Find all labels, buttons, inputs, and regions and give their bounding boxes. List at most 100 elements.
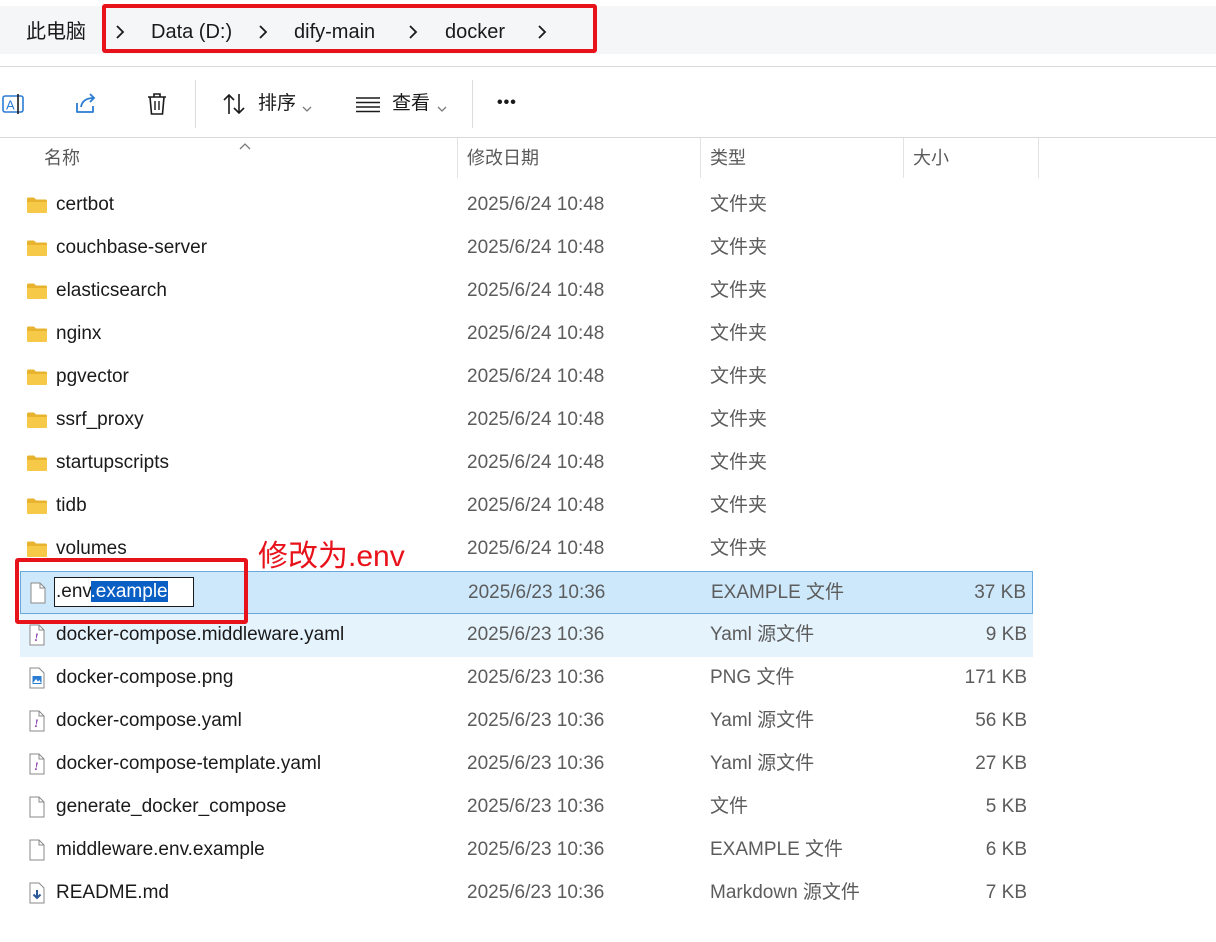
file-size: 7 KB [985, 882, 1027, 903]
file-modified-date: 2025/6/23 10:36 [467, 710, 605, 731]
breadcrumb-current[interactable]: docker [445, 19, 505, 45]
file-name: pgvector [56, 366, 129, 387]
file-size: 6 KB [985, 839, 1027, 860]
file-name: nginx [56, 323, 102, 344]
svg-text:!: ! [34, 759, 39, 773]
file-row[interactable]: ssrf_proxy 2025/6/24 10:48 文件夹 [20, 399, 1033, 442]
view-button[interactable]: 查看 [392, 91, 430, 117]
divider [0, 137, 1216, 138]
folder-icon [26, 280, 48, 302]
rename-icon[interactable]: A [0, 90, 28, 118]
file-name: ssrf_proxy [56, 409, 144, 430]
sort-ascending-icon [239, 137, 251, 155]
folder-icon [26, 495, 48, 517]
file-icon [26, 796, 48, 818]
view-icon[interactable] [354, 90, 382, 118]
file-row[interactable]: docker-compose.png 2025/6/23 10:36 PNG 文件 1… [20, 657, 1033, 700]
yaml-file-icon: ! [26, 710, 48, 732]
file-name: tidb [56, 495, 87, 516]
file-type: 文件夹 [710, 409, 768, 430]
file-row[interactable]: tidb 2025/6/24 10:48 文件夹 [20, 485, 1033, 528]
markdown-file-icon [26, 882, 48, 904]
column-header-date[interactable]: 修改日期 [467, 146, 539, 170]
share-icon[interactable] [72, 90, 100, 118]
chevron-down-icon[interactable] [302, 100, 312, 112]
file-row[interactable]: ! docker-compose-template.yaml 2025/6/23 … [20, 743, 1033, 786]
column-header-size[interactable]: 大小 [913, 146, 949, 170]
chevron-right-icon[interactable] [257, 23, 269, 41]
column-separator[interactable] [903, 138, 904, 178]
chevron-right-icon[interactable] [114, 23, 126, 41]
breadcrumb-root[interactable]: 此电脑 [26, 19, 86, 45]
file-row[interactable]: pgvector 2025/6/24 10:48 文件夹 [20, 356, 1033, 399]
file-type: 文件夹 [710, 366, 768, 387]
file-row[interactable]: elasticsearch 2025/6/24 10:48 文件夹 [20, 270, 1033, 313]
column-separator[interactable] [1038, 138, 1039, 178]
file-name: elasticsearch [56, 280, 167, 301]
file-row[interactable]: .env.example 2025/6/23 10:36 EXAMPLE 文件 37 … [20, 571, 1033, 614]
more-options-button[interactable]: ••• [497, 90, 517, 116]
column-header-name[interactable]: 名称 [44, 146, 80, 170]
file-row[interactable]: couchbase-server 2025/6/24 10:48 文件夹 [20, 227, 1033, 270]
column-separator[interactable] [457, 138, 458, 178]
file-row[interactable]: nginx 2025/6/24 10:48 文件夹 [20, 313, 1033, 356]
file-type: Yaml 源文件 [710, 624, 815, 645]
file-type: Yaml 源文件 [710, 753, 815, 774]
file-modified-date: 2025/6/24 10:48 [467, 409, 605, 430]
breadcrumb-folder[interactable]: dify-main [294, 19, 375, 45]
yaml-file-icon: ! [26, 624, 48, 646]
file-name: docker-compose.yaml [56, 710, 242, 731]
folder-icon [26, 366, 48, 388]
column-header-type[interactable]: 类型 [710, 146, 746, 170]
file-type: 文件 [710, 796, 749, 817]
folder-icon [26, 237, 48, 259]
file-row[interactable]: ! docker-compose.yaml 2025/6/23 10:36 Yaml… [20, 700, 1033, 743]
file-type: Markdown 源文件 [710, 882, 860, 903]
file-type: 文件夹 [710, 323, 768, 344]
file-row[interactable]: ! docker-compose.middleware.yaml 2025/6/2… [20, 614, 1033, 657]
column-separator[interactable] [700, 138, 701, 178]
file-type: EXAMPLE 文件 [711, 582, 845, 603]
file-size: 9 KB [985, 624, 1027, 645]
file-name: volumes [56, 538, 127, 559]
file-row[interactable]: volumes 2025/6/24 10:48 文件夹 [20, 528, 1033, 571]
file-modified-date: 2025/6/23 10:36 [467, 753, 605, 774]
file-modified-date: 2025/6/24 10:48 [467, 495, 605, 516]
chevron-down-icon[interactable] [437, 100, 447, 112]
file-row[interactable]: README.md 2025/6/23 10:36 Markdown 源文件 7 KB [20, 872, 1033, 915]
file-row[interactable]: certbot 2025/6/24 10:48 文件夹 [20, 184, 1033, 227]
delete-icon[interactable] [143, 90, 171, 118]
file-modified-date: 2025/6/23 10:36 [467, 624, 605, 645]
toolbar-separator [472, 80, 473, 128]
file-name: couchbase-server [56, 237, 208, 258]
file-name: certbot [56, 194, 115, 215]
chevron-right-icon[interactable] [407, 23, 419, 41]
image-file-icon [26, 667, 48, 689]
file-modified-date: 2025/6/23 10:36 [467, 882, 605, 903]
file-name: docker-compose-template.yaml [56, 753, 322, 774]
file-type: PNG 文件 [710, 667, 795, 688]
svg-text:A: A [6, 98, 15, 113]
file-type: 文件夹 [710, 237, 768, 258]
rename-input[interactable]: .env.example [54, 577, 194, 607]
file-size: 56 KB [975, 710, 1027, 731]
file-modified-date: 2025/6/23 10:36 [467, 796, 605, 817]
file-modified-date: 2025/6/23 10:36 [467, 839, 605, 860]
file-type: 文件夹 [710, 538, 768, 559]
file-type: 文件夹 [710, 194, 768, 215]
file-type: 文件夹 [710, 280, 768, 301]
file-row[interactable]: middleware.env.example 2025/6/23 10:36 EXA… [20, 829, 1033, 872]
sort-icon[interactable] [220, 90, 248, 118]
file-row[interactable]: startupscripts 2025/6/24 10:48 文件夹 [20, 442, 1033, 485]
file-row[interactable]: generate_docker_compose 2025/6/23 10:36 文件… [20, 786, 1033, 829]
annotation-text: 修改为.env [258, 540, 405, 573]
chevron-right-icon[interactable] [536, 23, 548, 41]
breadcrumb-drive[interactable]: Data (D:) [151, 19, 232, 45]
file-modified-date: 2025/6/24 10:48 [467, 323, 605, 344]
folder-icon [26, 538, 48, 560]
file-size: 37 KB [974, 582, 1026, 603]
sort-button[interactable]: 排序 [258, 91, 296, 117]
command-bar: A 排序 查看 ••• [0, 68, 1216, 138]
file-modified-date: 2025/6/24 10:48 [467, 452, 605, 473]
file-type: Yaml 源文件 [710, 710, 815, 731]
